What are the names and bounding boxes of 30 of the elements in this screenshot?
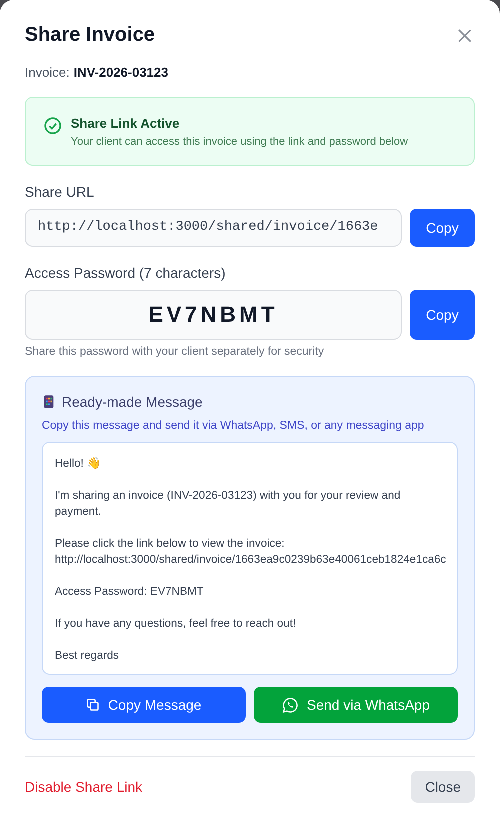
copy-message-button[interactable]: Copy Message [42,687,246,723]
message-text: Best regards [55,649,120,664]
field-label: Share URL [25,184,96,200]
password-field[interactable]: EV7NBMT [25,290,402,340]
chat-bubble-icon [282,696,300,714]
copy-icon [86,698,100,712]
whatsapp-button[interactable]: Send via WhatsApp [254,687,458,723]
status-title: Share Link Active [71,116,181,131]
status-description: Your client can access this invoice using the link and password below [71,136,408,148]
message-text: Please click the link below to view the invoice: [55,537,286,552]
message-title: Ready-made Message [62,394,203,410]
check-circle-icon [43,116,63,136]
field-label: Access Password (7 characters) [25,265,227,281]
password-hint: Share this password with your client separately for security [25,346,326,358]
message-text: Access Password: EV7NBMT [55,585,205,600]
dialog-title: Share Invoice [25,24,156,47]
url-field[interactable]: http://localhost:3000/shared/invoice/1663e [25,209,402,247]
message-text: http://localhost:3000/shared/invoice/1663ea9c0239b63e40061ceb1824e1ca6c [55,553,446,568]
copy-button[interactable]: Copy [410,290,475,340]
phone-icon [42,394,56,410]
invoice-label: Invoice: [25,65,70,80]
message-text: If you have any questions, feel free to reach out! [55,617,298,632]
disable-link[interactable]: Disable Share Link [25,779,143,795]
message-text: Hello! 👋 [55,456,102,472]
message-text: I'm sharing an invoice (INV-2026-03123) with you for your review and payment. [55,489,402,520]
message-box[interactable] [42,442,458,675]
message-instructions: Copy this message and send it via WhatsApp, SMS, or any messaging app [42,420,426,432]
copy-button[interactable]: Copy [410,209,475,247]
close-button[interactable]: Close [411,771,475,803]
invoice-number: INV-2026-03123 [74,65,168,80]
